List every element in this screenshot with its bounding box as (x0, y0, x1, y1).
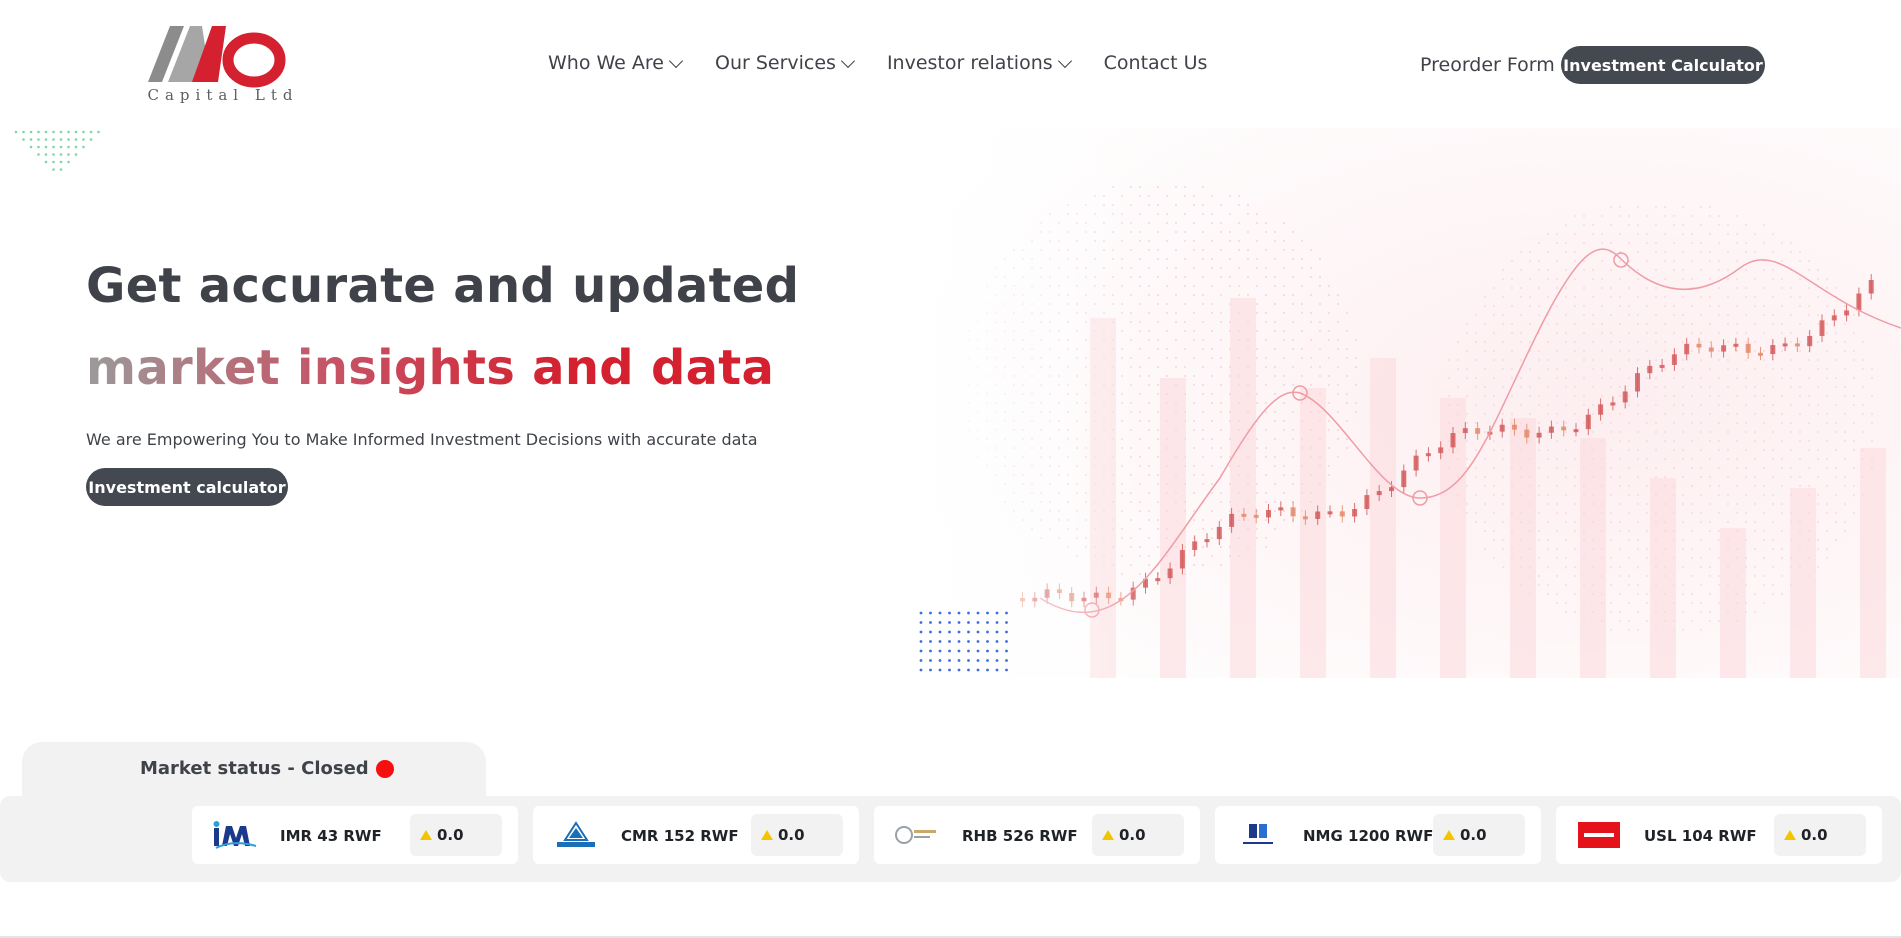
market-status: Market status - Closed (140, 758, 394, 779)
ticker-change-value: 0.0 (437, 826, 464, 844)
ticker-change-value: 0.0 (1801, 826, 1828, 844)
chevron-down-icon (668, 53, 684, 68)
hero-headline: Get accurate and updated (86, 258, 800, 314)
ticker-label: CMR 152 RWF (621, 827, 739, 845)
market-chart-illustration (900, 128, 1901, 678)
ticker-label: IMR 43 RWF (280, 827, 382, 845)
ticker-card-usl[interactable]: USL 104 RWF 0.0 (1556, 806, 1882, 864)
nav-contact-us[interactable]: Contact Us (1104, 52, 1208, 74)
mo-logo-mark (148, 26, 286, 88)
status-indicator-icon (375, 759, 394, 778)
ticker-change: 0.0 (1092, 814, 1184, 856)
ticker-card-imr[interactable]: IMR 43 RWF 0.0 (192, 806, 518, 864)
up-triangle-icon (1443, 830, 1455, 840)
chevron-down-icon (840, 53, 856, 68)
im-logo-icon (210, 820, 260, 850)
nav-label: Investor relations (886, 52, 1053, 74)
nav-label: Our Services (714, 52, 836, 74)
ticker-label: USL 104 RWF (1644, 827, 1757, 845)
nation-media-logo-icon (1233, 820, 1283, 850)
up-triangle-icon (1784, 830, 1796, 840)
ticker-change-value: 0.0 (1119, 826, 1146, 844)
logo-text: Capital Ltd (147, 86, 299, 104)
nav-who-we-are[interactable]: Who We Are (548, 52, 684, 74)
ticker-list: IMR 43 RWF 0.0 CMR 152 RWF 0.0 RHB 526 R… (192, 806, 1882, 864)
ticker-change: 0.0 (410, 814, 502, 856)
nav-investor-relations[interactable]: Investor relations (886, 52, 1072, 74)
ticker-label: RHB 526 RWF (962, 827, 1078, 845)
hero-investment-calculator-button[interactable]: Investment calculator (86, 468, 288, 506)
main-nav: Who We Are Our Services Investor relatio… (548, 52, 1207, 74)
cimerwa-logo-icon (551, 820, 601, 850)
investment-calculator-button[interactable]: Investment Calculator (1561, 46, 1765, 84)
nav-our-services[interactable]: Our Services (714, 52, 856, 74)
company-logo[interactable]: Capital Ltd (133, 22, 313, 110)
ticker-card-rhb[interactable]: RHB 526 RWF 0.0 (874, 806, 1200, 864)
nav-label: Contact Us (1103, 52, 1208, 74)
decorative-dots (919, 611, 1008, 672)
chevron-down-icon (1057, 53, 1072, 68)
up-triangle-icon (761, 830, 773, 840)
uchumi-logo-icon (1574, 820, 1624, 850)
ticker-card-cmr[interactable]: CMR 152 RWF 0.0 (533, 806, 859, 864)
up-triangle-icon (420, 830, 432, 840)
ticker-change: 0.0 (1774, 814, 1866, 856)
rh-bophelo-logo-icon (892, 820, 942, 850)
ticker-card-nmg[interactable]: NMG 1200 RWF 0.0 (1215, 806, 1541, 864)
ticker-label: NMG 1200 RWF (1303, 827, 1434, 845)
ticker-change: 0.0 (1433, 814, 1525, 856)
ticker-change-value: 0.0 (778, 826, 805, 844)
decorative-dots (14, 130, 100, 171)
ticker-change: 0.0 (751, 814, 843, 856)
nav-label: Who We Are (548, 52, 664, 74)
ticker-change-value: 0.0 (1460, 826, 1487, 844)
hero-headline-accent: market insights and data (86, 340, 775, 396)
preorder-form-link[interactable]: Preorder Form (1420, 54, 1555, 76)
up-triangle-icon (1102, 830, 1114, 840)
market-status-label: Market status - Closed (140, 758, 369, 779)
hero-subtitle: We are Empowering You to Make Informed I… (86, 430, 758, 449)
